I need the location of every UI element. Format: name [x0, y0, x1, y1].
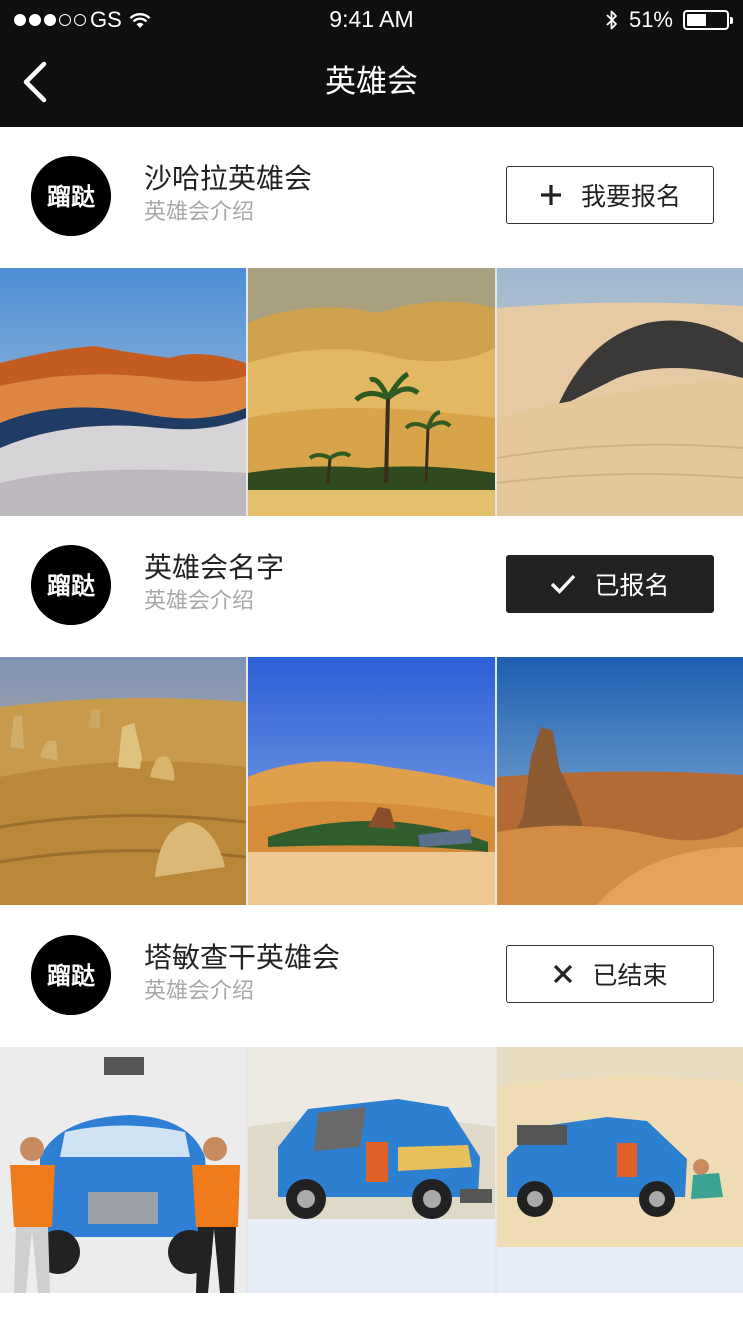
club-photo-crescent-lake-oasis[interactable] — [248, 657, 495, 905]
page-title: 英雄会 — [325, 64, 418, 100]
club-photo-grid — [0, 268, 743, 516]
club-photo-rock-pillar-dunes[interactable] — [497, 657, 743, 905]
club-photo-grid — [0, 657, 743, 905]
club-name[interactable]: 塔敏查干英雄会 — [144, 938, 340, 978]
ended-button-label: 已结束 — [592, 961, 668, 990]
ended-button[interactable]: 已结束 — [506, 945, 714, 1003]
club-card: 蹓跶 沙哈拉英雄会 英雄会介绍 我要报名 — [0, 127, 743, 516]
navigation-bar: 英雄会 — [0, 40, 743, 127]
club-photo-dark-dune-ridge[interactable] — [497, 268, 743, 516]
club-description: 英雄会介绍 — [144, 979, 255, 1004]
club-avatar[interactable]: 蹓跶 — [31, 935, 111, 1015]
signup-button[interactable]: 我要报名 — [506, 166, 714, 224]
battery-percent: 51% — [628, 7, 673, 32]
club-logo-icon: 蹓跶 — [31, 545, 111, 625]
club-photo-sunset-dunes[interactable] — [0, 268, 246, 516]
svg-text:蹓跶: 蹓跶 — [47, 572, 95, 600]
registered-button[interactable]: 已报名 — [506, 555, 714, 613]
club-description: 英雄会介绍 — [144, 589, 255, 614]
club-name[interactable]: 英雄会名字 — [144, 548, 284, 588]
club-photo-racers-with-truck[interactable] — [0, 1047, 246, 1293]
close-icon — [554, 964, 573, 984]
club-avatar[interactable]: 蹓跶 — [31, 545, 111, 625]
club-logo-icon: 蹓跶 — [31, 156, 111, 236]
club-avatar[interactable]: 蹓跶 — [31, 156, 111, 236]
status-bar: GS 9:41 AM 51% — [0, 0, 743, 40]
club-photo-desert-palms[interactable] — [248, 268, 495, 516]
club-photo-pinnacles-desert[interactable] — [0, 657, 246, 905]
svg-text:蹓跶: 蹓跶 — [47, 962, 95, 990]
battery-icon — [683, 10, 733, 30]
club-photo-grid — [0, 1047, 743, 1293]
status-right: 51% — [605, 6, 733, 34]
check-icon — [551, 574, 576, 594]
registered-button-label: 已报名 — [594, 571, 670, 600]
club-description: 英雄会介绍 — [144, 200, 255, 225]
club-card: 蹓跶 英雄会名字 英雄会介绍 已报名 — [0, 516, 743, 905]
club-logo-icon: 蹓跶 — [31, 935, 111, 1015]
club-name[interactable]: 沙哈拉英雄会 — [144, 159, 312, 199]
plus-icon — [540, 185, 561, 205]
club-header: 蹓跶 塔敏查干英雄会 英雄会介绍 已结束 — [0, 906, 743, 1047]
bluetooth-icon — [606, 10, 617, 30]
club-photo-rally-truck-sand[interactable] — [497, 1047, 743, 1293]
club-header: 蹓跶 英雄会名字 英雄会介绍 已报名 — [0, 516, 743, 657]
signup-button-label: 我要报名 — [580, 182, 681, 211]
club-card: 蹓跶 塔敏查干英雄会 英雄会介绍 已结束 — [0, 906, 743, 1293]
club-photo-blue-rally-truck[interactable] — [248, 1047, 495, 1293]
club-header: 蹓跶 沙哈拉英雄会 英雄会介绍 我要报名 — [0, 127, 743, 268]
svg-text:蹓跶: 蹓跶 — [47, 183, 95, 211]
